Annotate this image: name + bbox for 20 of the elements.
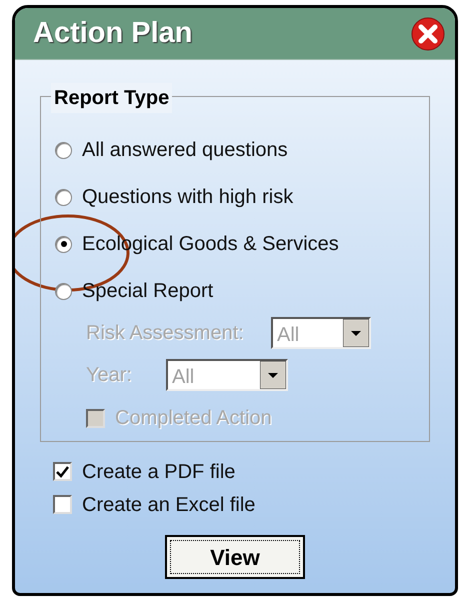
dropdown-arrow-icon[interactable] bbox=[260, 361, 286, 389]
group-legend: Report Type bbox=[51, 83, 172, 113]
checkbox-label: Completed Action bbox=[115, 406, 272, 431]
option-label: Special Report bbox=[82, 279, 214, 304]
option-label: Questions with high risk bbox=[82, 185, 294, 210]
checkbox-label: Create a PDF file bbox=[82, 460, 236, 484]
view-button[interactable]: View bbox=[165, 535, 305, 579]
radio-button[interactable] bbox=[55, 188, 72, 206]
radio-button[interactable] bbox=[55, 236, 72, 252]
window-title: Action Plan bbox=[33, 16, 193, 51]
radio-button[interactable] bbox=[55, 142, 72, 158]
checkbox[interactable] bbox=[53, 462, 72, 481]
filter-label: Risk Assessment: bbox=[86, 321, 245, 346]
checkbox[interactable] bbox=[53, 495, 72, 514]
filter-label: Year: bbox=[86, 363, 133, 388]
dropdown-arrow-icon[interactable] bbox=[343, 319, 369, 347]
checkbox-label: Create an Excel file bbox=[82, 492, 256, 518]
close-icon[interactable] bbox=[411, 16, 445, 50]
radio-button[interactable] bbox=[55, 282, 72, 300]
option-label: All answered questions bbox=[82, 138, 288, 163]
